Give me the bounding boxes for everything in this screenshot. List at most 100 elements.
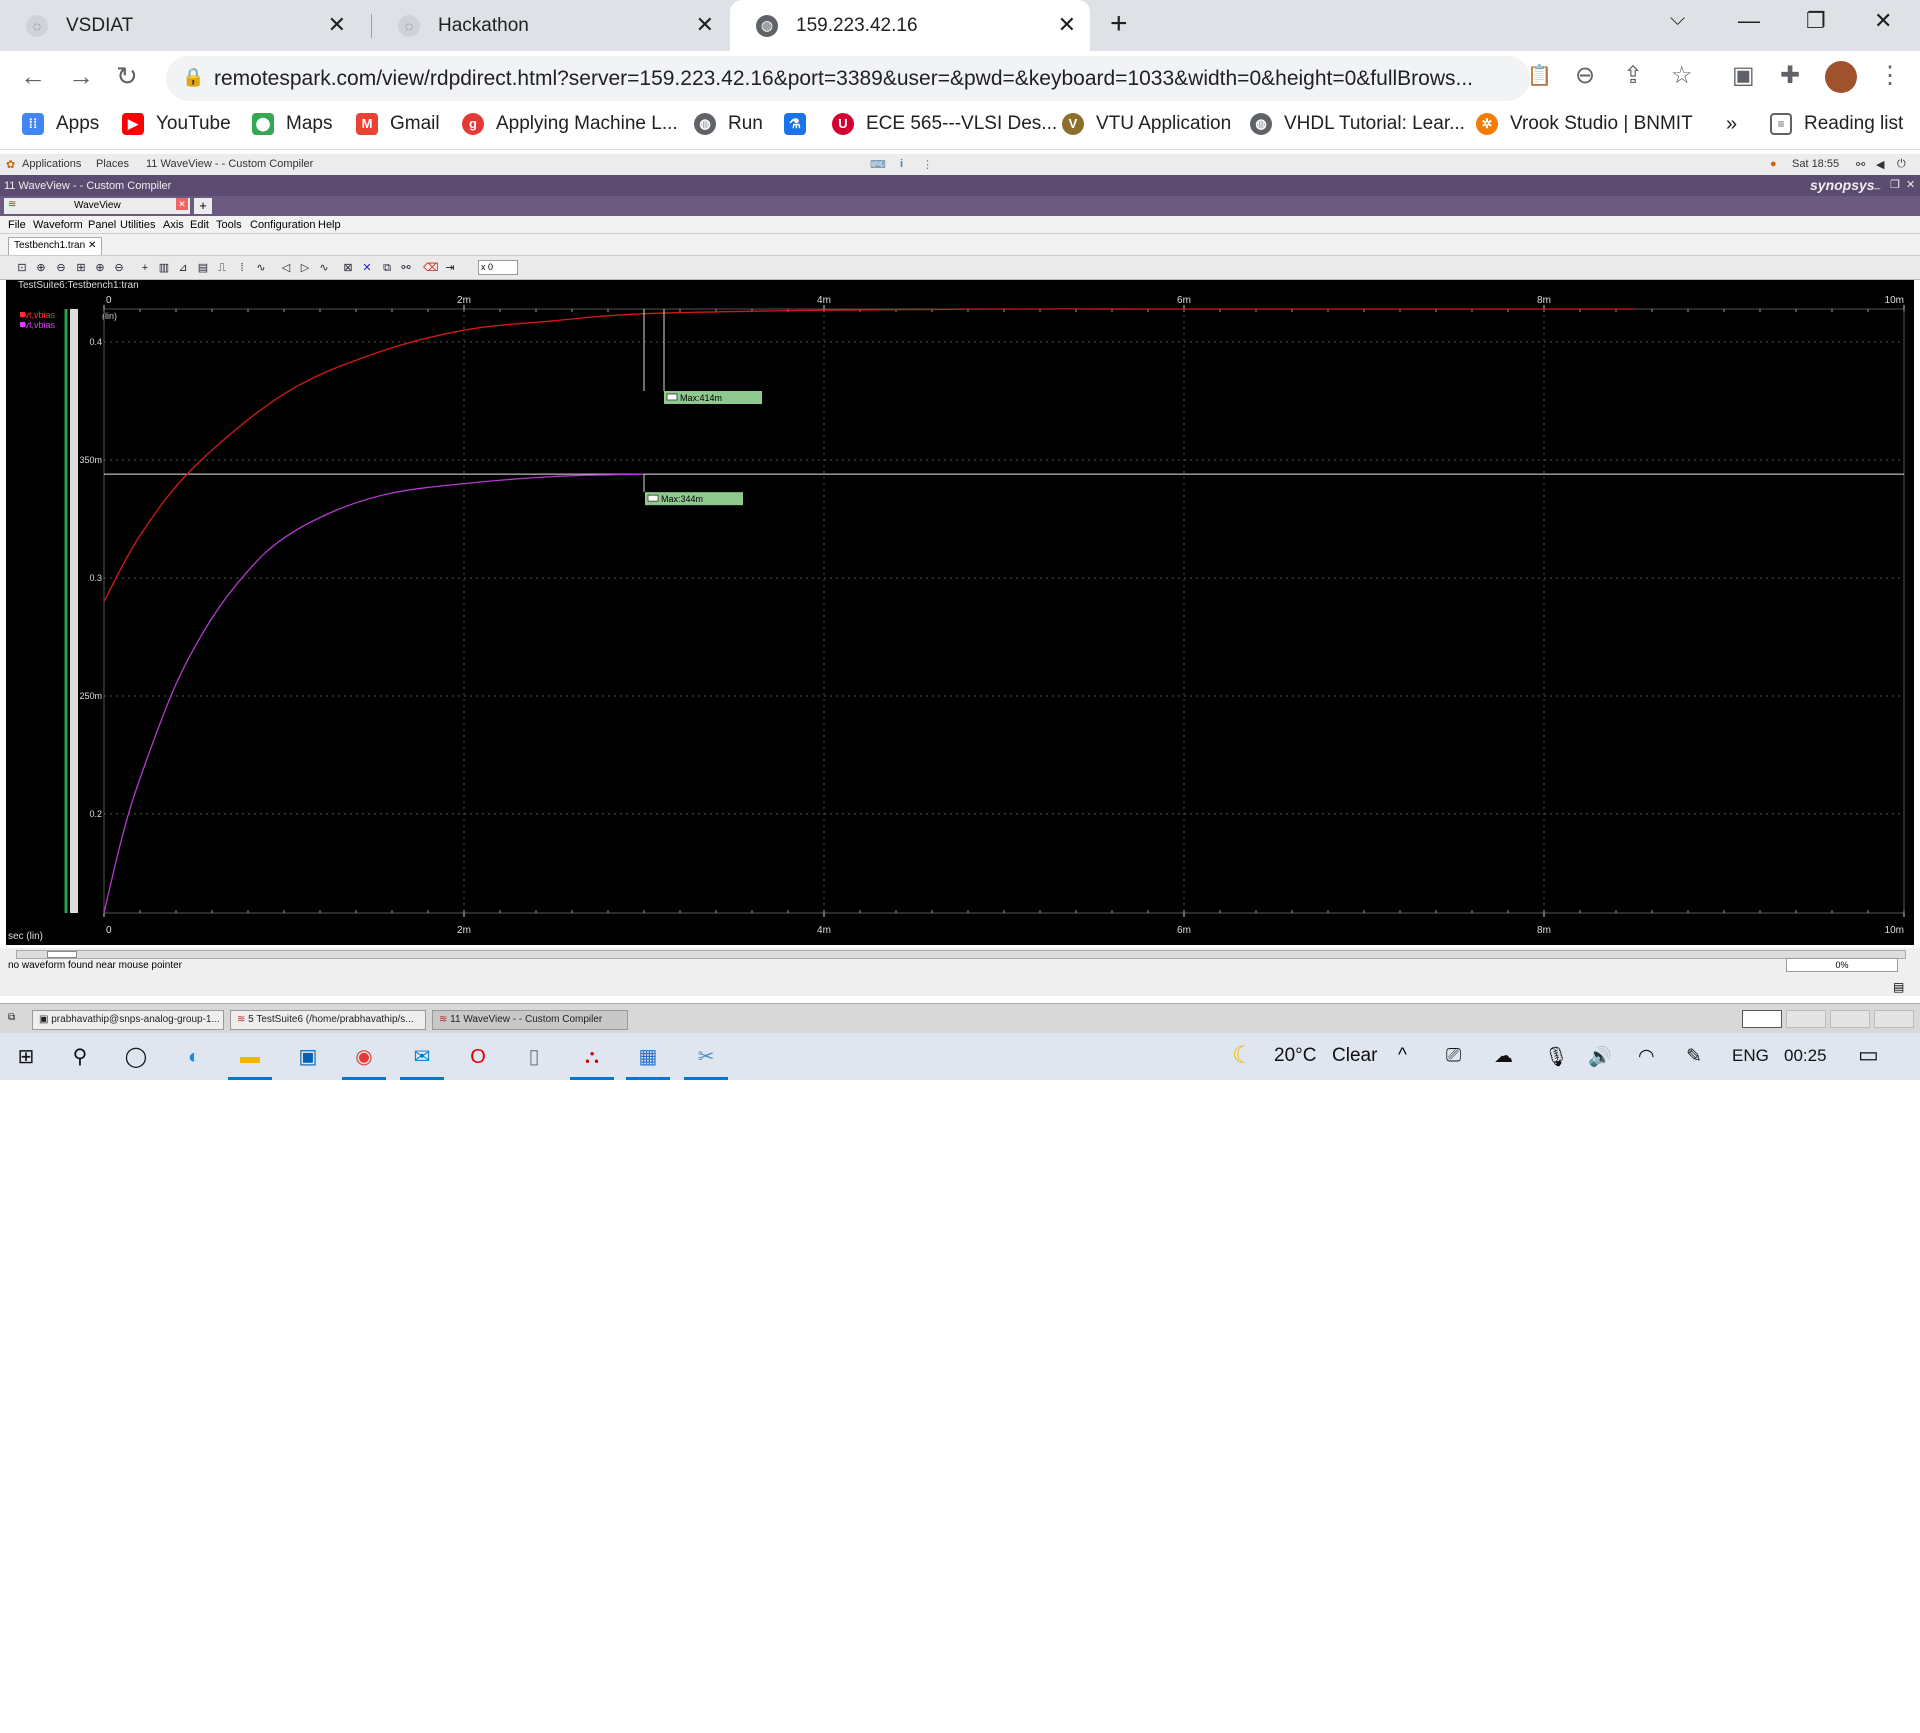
places-menu[interactable]: Places [96,158,129,170]
menu-edit[interactable]: Edit [190,219,209,231]
snipping-icon[interactable]: ✂ [692,1043,720,1071]
window-close-icon[interactable]: ✕ [1874,8,1892,34]
wave-icon[interactable]: ∿ [254,261,268,275]
taskbar-terminal[interactable]: ▣ prabhavathip@snps-analog-group-1... [32,1010,224,1030]
language-indicator[interactable]: ENG [1732,1046,1769,1066]
wifi-icon[interactable]: ◠ [1638,1045,1655,1068]
waveform-chart[interactable]: /vt,vbias /vt,vbias (lin) sec (lin) 0.43… [6,291,1914,945]
notification-icon[interactable]: ▭ [1858,1042,1879,1068]
select-icon[interactable]: ⊠ [341,261,355,275]
notepad-icon[interactable]: ▯ [520,1043,548,1071]
waveview-tab[interactable]: ≋ WaveView ✕ [4,198,190,214]
y-scrollbar[interactable] [70,309,78,913]
bookmark-vtu[interactable]: V VTU Application [1062,113,1231,135]
menu-dots-icon[interactable]: ⋮ [1878,61,1902,90]
bookmark-microscope[interactable]: ⚗ [784,113,818,135]
bookmarks-more-button[interactable]: » [1726,113,1737,136]
console-icon[interactable]: ▤ [1893,980,1904,994]
power-icon[interactable]: ⏻ [1897,158,1906,171]
close-icon[interactable]: ✕ [1058,12,1076,38]
waveform-series-1[interactable] [103,308,1634,602]
workspace-2[interactable] [1786,1010,1826,1028]
info-icon[interactable]: i [900,158,903,170]
minimize-icon[interactable]: — [1738,8,1760,34]
store-icon[interactable]: ▣ [294,1043,322,1071]
grid-icon[interactable]: ⁞ [235,261,249,275]
bookmark-star-icon[interactable]: ☆ [1671,61,1693,90]
close-icon[interactable]: ✕ [328,12,346,38]
zoom-out-icon[interactable]: ⊖ [54,261,68,275]
opera-icon[interactable]: O [464,1043,492,1071]
new-tab-button[interactable]: + [1110,7,1128,41]
chrome-icon[interactable]: ◉ [350,1043,378,1071]
taskbar-testsuite[interactable]: ≋ 5 TestSuite6 (/home/prabhavathip/s... [230,1010,426,1030]
back-icon[interactable]: ← [20,61,46,92]
menu-utilities[interactable]: Utilities [120,219,155,231]
bookmark-run[interactable]: ◍ Run [694,113,763,135]
menu-panel[interactable]: Panel [88,219,116,231]
microphone-icon[interactable]: 🎙 [1544,1045,1568,1069]
avatar[interactable] [1825,61,1857,93]
browser-tab-active[interactable]: ◍ 159.223.42.16 ✕ [730,0,1090,51]
export-icon[interactable]: ⇥ [443,261,457,275]
zoom-in-icon[interactable]: ⊕ [34,261,48,275]
zoom-icon[interactable]: ⊖ [1575,61,1595,90]
pen-icon[interactable]: ✎ [1686,1045,1702,1068]
reload-icon[interactable]: ↻ [116,61,138,92]
bookmark-vrook[interactable]: ✲ Vrook Studio | BNMIT [1476,113,1693,135]
waveform-series-2[interactable] [103,473,645,914]
bookmark-applying-ml[interactable]: g Applying Machine L... [462,113,678,135]
keyboard-icon[interactable]: ⌨ [870,158,886,171]
bookmark-apps[interactable]: ⁞⁞ Apps [22,113,99,135]
stack-icon[interactable]: ▥ [157,261,171,275]
active-window-item[interactable]: 11 WaveView - - Custom Compiler [146,158,313,170]
weather-condition[interactable]: Clear [1332,1045,1377,1067]
app-window-icon[interactable]: ▦ [634,1043,662,1071]
weather-temp[interactable]: 20°C [1274,1045,1316,1067]
close-icon[interactable]: ✕ [176,198,188,210]
browser-tab-vsdiat[interactable]: ◌ VSDIAT ✕ [0,0,360,51]
bookmark-maps[interactable]: ⬤ Maps [252,113,332,135]
analog-wave-icon[interactable]: ∿ [317,261,331,275]
meet-now-icon[interactable]: ⎚ [1446,1045,1461,1067]
add-tab-icon[interactable]: + [194,198,212,214]
close-icon[interactable]: ✕ [1906,178,1915,191]
zoom-factor-field[interactable]: x 0 [478,260,518,275]
menu-help[interactable]: Help [318,219,341,231]
extension-icon[interactable]: ▣ [1732,61,1755,90]
restore-icon[interactable]: ❐ [1806,8,1826,34]
next-icon[interactable]: ▷ [298,261,312,275]
search-icon[interactable]: ⚲ [66,1043,94,1071]
network-icon[interactable]: ⚯ [1856,158,1865,171]
eraser-icon[interactable]: ⌫ [423,261,439,275]
prev-icon[interactable]: ◁ [279,261,293,275]
minimize-icon[interactable]: _ [1874,178,1880,190]
workspace-4[interactable] [1874,1010,1914,1028]
close-icon[interactable]: ✕ [88,240,96,251]
zoom-fit-icon[interactable]: ⊡ [15,261,29,275]
zoom-y-icon[interactable]: ⊖ [112,261,126,275]
measure-icon[interactable]: ⊿ [176,261,190,275]
delete-icon[interactable]: ✕ [360,261,374,275]
windows-start-icon[interactable]: ⊞ [12,1043,40,1071]
signal-label-1[interactable]: /vt,vbias [22,310,56,320]
share-icon[interactable]: ⇪ [1623,61,1643,90]
file-explorer-icon[interactable]: ▬ [236,1043,264,1071]
x-scrollbar[interactable] [16,950,1906,959]
bookmark-vhdl[interactable]: ◍ VHDL Tutorial: Lear... [1250,113,1465,135]
file-tab[interactable]: Testbench1.tran ✕ [8,237,103,255]
volume-icon[interactable]: ◀ [1876,158,1884,171]
bookmark-youtube[interactable]: ▶ YouTube [122,113,231,135]
menu-configuration[interactable]: Configuration [250,219,315,231]
pulse-icon[interactable]: ⎍ [215,261,229,275]
forward-icon[interactable]: → [68,61,94,92]
edge-icon[interactable]: ◐ [180,1043,208,1071]
close-icon[interactable]: ✕ [696,12,714,38]
workspace-3[interactable] [1830,1010,1870,1028]
restore-icon[interactable]: ❐ [1890,178,1900,191]
taskbar-clock[interactable]: 00:25 [1784,1046,1827,1066]
workspace-1[interactable] [1742,1010,1782,1028]
zoom-x-icon[interactable]: ⊕ [93,261,107,275]
taskbar-waveview[interactable]: ≋ 11 WaveView - - Custom Compiler [432,1010,628,1030]
clipboard-icon[interactable]: 📋 [1527,63,1552,88]
